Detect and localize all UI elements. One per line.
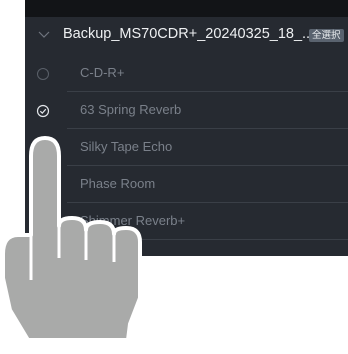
patch-row-spring-reverb[interactable]: 63 Spring Reverb <box>25 92 348 129</box>
group-title: Backup_MS70CDR+_20240325_18_... <box>63 26 315 42</box>
patch-name: C-D-R+ <box>80 65 125 80</box>
patch-name: 63 Spring Reverb <box>80 102 182 117</box>
backup-group-header[interactable]: Backup_MS70CDR+_20240325_18_... 全選択 <box>25 17 348 53</box>
check-circle-icon[interactable] <box>36 104 50 118</box>
chevron-down-icon[interactable] <box>37 27 51 41</box>
select-all-button[interactable]: 全選択 <box>309 29 344 42</box>
top-bar <box>25 0 348 17</box>
tap-hand-icon <box>1 136 142 342</box>
patch-row-cdr[interactable]: C-D-R+ <box>25 55 348 92</box>
circle-outline-icon[interactable] <box>36 67 50 81</box>
